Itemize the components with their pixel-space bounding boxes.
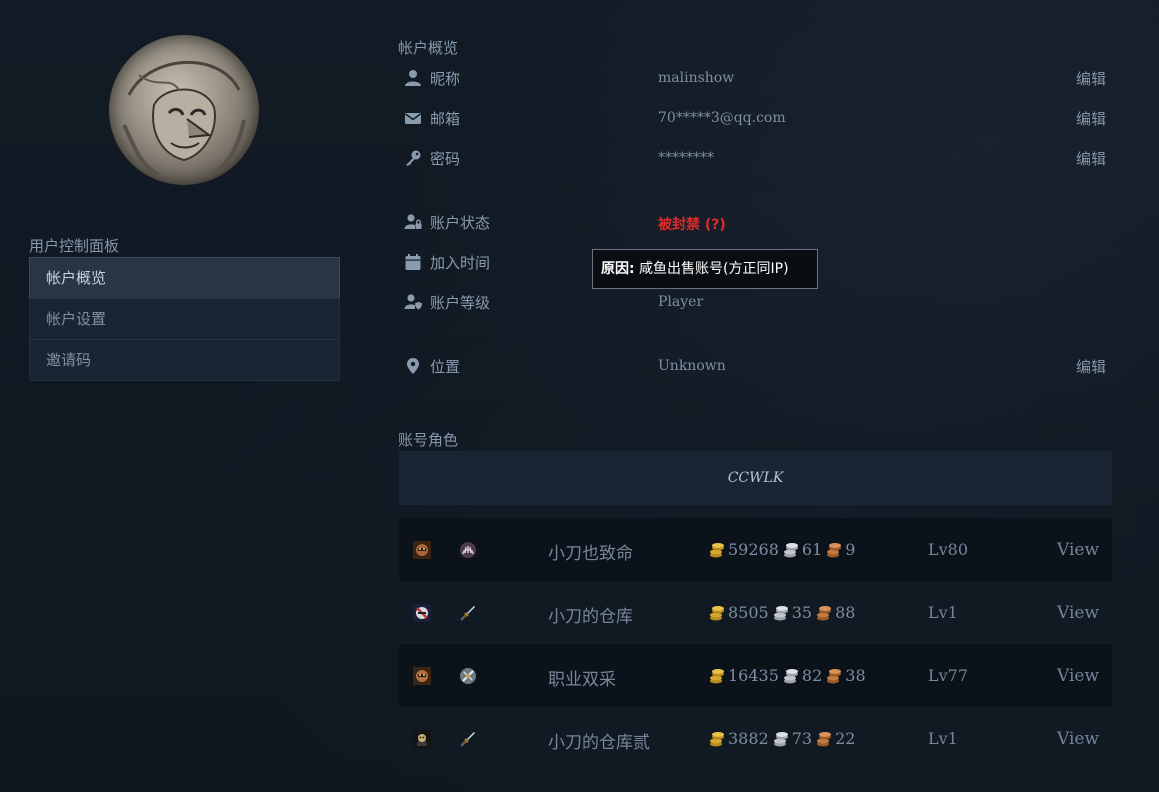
character-row: 小刀的仓库贰 3882 73 22 Lv1 View xyxy=(399,707,1112,770)
character-level: Lv1 xyxy=(928,603,958,622)
location-value: Unknown xyxy=(658,358,726,374)
gold-coin-icon xyxy=(708,541,726,559)
copper-amount: 38 xyxy=(845,666,866,685)
user-shield-icon xyxy=(404,293,422,311)
characters-title: 账号角色 xyxy=(398,431,459,449)
view-character-button[interactable]: View xyxy=(1057,540,1099,560)
tooltip-prefix: 原因: xyxy=(601,261,635,277)
nickname-row: 昵称 malinshow 编辑 xyxy=(398,67,1110,91)
sidebar-item-account-overview[interactable]: 帐户概览 xyxy=(29,257,340,299)
character-name: 职业双采 xyxy=(548,670,616,690)
race-icon xyxy=(413,667,431,685)
gold-amount: 16435 xyxy=(728,666,779,685)
silver-coin-icon xyxy=(772,730,790,748)
silver-coin-icon xyxy=(782,541,800,559)
status-value[interactable]: 被封禁 (?) xyxy=(658,214,726,234)
gold-coin-icon xyxy=(708,604,726,622)
character-money: 3882 73 22 xyxy=(708,729,858,748)
character-name: 小刀的仓库 xyxy=(548,607,633,627)
view-character-button[interactable]: View xyxy=(1057,729,1099,749)
edit-nickname-button[interactable]: 编辑 xyxy=(1076,68,1106,89)
password-row: 密码 ******** 编辑 xyxy=(398,147,1110,171)
gold-amount: 8505 xyxy=(728,603,769,622)
copper-amount: 22 xyxy=(835,729,856,748)
realm-header: CCWLK xyxy=(399,451,1112,505)
tooltip-text: 咸鱼出售账号(方正同IP) xyxy=(634,261,789,277)
silver-amount: 35 xyxy=(791,603,813,622)
status-row: 账户状态 被封禁 (?) xyxy=(398,211,1110,235)
class-icon xyxy=(459,667,477,685)
ban-reason-tooltip: 原因: 咸鱼出售账号(方正同IP) xyxy=(592,249,818,289)
panel-title: 用户控制面板 xyxy=(29,237,120,255)
envelope-icon xyxy=(404,109,422,127)
user-lock-icon xyxy=(404,213,422,231)
location-label: 位置 xyxy=(430,358,461,376)
character-row: 职业双采 16435 82 38 Lv77 View xyxy=(399,644,1112,707)
character-money: 59268 61 9 xyxy=(708,540,858,559)
edit-email-button[interactable]: 编辑 xyxy=(1076,108,1106,129)
email-value: 70*****3@qq.com xyxy=(658,110,786,126)
gold-amount: 59268 xyxy=(728,540,779,559)
joined-label: 加入时间 xyxy=(430,254,491,272)
map-pin-icon xyxy=(404,357,422,375)
race-icon xyxy=(413,541,431,559)
view-character-button[interactable]: View xyxy=(1057,603,1099,623)
level-row: 账户等级 Player xyxy=(398,291,1110,315)
copper-coin-icon xyxy=(815,730,833,748)
gold-coin-icon xyxy=(708,667,726,685)
sidebar-menu: 帐户概览 帐户设置 邀请码 xyxy=(29,257,340,381)
character-money: 8505 35 88 xyxy=(708,603,858,622)
level-value: Player xyxy=(658,294,704,310)
character-money: 16435 82 38 xyxy=(708,666,869,685)
class-icon xyxy=(459,541,477,559)
sidebar-item-account-settings[interactable]: 帐户设置 xyxy=(30,298,339,339)
gold-coin-icon xyxy=(708,730,726,748)
password-label: 密码 xyxy=(430,150,461,168)
race-icon xyxy=(413,604,431,622)
character-name: 小刀的仓库贰 xyxy=(548,733,650,753)
nickname-value: malinshow xyxy=(658,70,735,86)
nickname-label: 昵称 xyxy=(430,70,461,88)
silver-coin-icon xyxy=(772,604,790,622)
sword-class-icon xyxy=(459,604,477,622)
copper-coin-icon xyxy=(825,541,843,559)
email-row: 邮箱 70*****3@qq.com 编辑 xyxy=(398,107,1110,131)
copper-amount: 88 xyxy=(835,603,856,622)
silver-amount: 61 xyxy=(801,540,823,559)
status-label: 账户状态 xyxy=(430,214,491,232)
avatar xyxy=(109,35,259,185)
sidebar-item-invite-code[interactable]: 邀请码 xyxy=(30,339,339,380)
copper-coin-icon xyxy=(825,667,843,685)
character-row: 小刀的仓库 8505 35 88 Lv1 View xyxy=(399,581,1112,644)
key-icon xyxy=(404,149,422,167)
email-label: 邮箱 xyxy=(430,110,461,128)
user-icon xyxy=(404,69,422,87)
calendar-icon xyxy=(404,253,422,271)
silver-coin-icon xyxy=(782,667,800,685)
copper-amount: 9 xyxy=(845,540,856,559)
race-icon xyxy=(413,730,431,748)
level-label: 账户等级 xyxy=(430,294,491,312)
silver-amount: 82 xyxy=(801,666,823,685)
character-name: 小刀也致命 xyxy=(548,544,633,564)
location-row: 位置 Unknown 编辑 xyxy=(398,355,1110,379)
edit-password-button[interactable]: 编辑 xyxy=(1076,148,1106,169)
gold-amount: 3882 xyxy=(728,729,769,748)
character-level: Lv1 xyxy=(928,729,958,748)
avatar-image xyxy=(122,60,246,179)
copper-coin-icon xyxy=(815,604,833,622)
edit-location-button[interactable]: 编辑 xyxy=(1076,356,1106,377)
overview-title: 帐户概览 xyxy=(398,39,459,57)
password-value: ******** xyxy=(658,150,714,166)
character-row: 小刀也致命 59268 61 9 Lv80 View xyxy=(399,518,1112,581)
character-level: Lv80 xyxy=(928,540,969,559)
sword-class-icon xyxy=(459,730,477,748)
view-character-button[interactable]: View xyxy=(1057,666,1099,686)
silver-amount: 73 xyxy=(791,729,813,748)
character-level: Lv77 xyxy=(928,666,969,685)
